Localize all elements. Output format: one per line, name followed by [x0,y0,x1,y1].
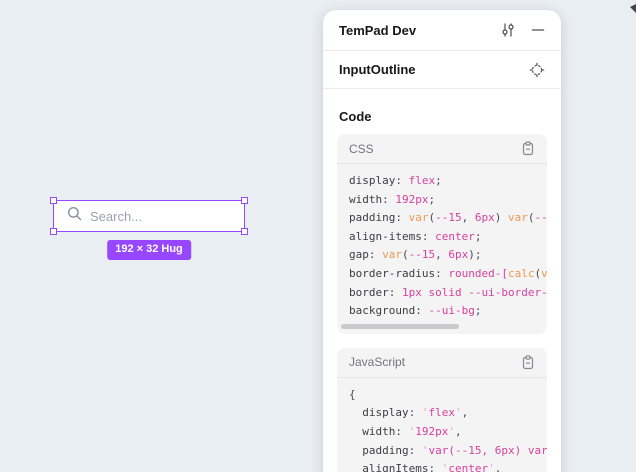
tempad-dev-panel: TemPad Dev InputOutline [323,10,561,472]
code-line: border-radius: rounded-[calc(var [349,265,547,284]
code-line: border: 1px solid --ui-border- [349,284,547,303]
code-section-title: Code [339,109,545,124]
search-placeholder-text: Search... [90,209,142,224]
code-line: alignItems: 'center', [349,460,547,472]
cursor-artifact [630,0,636,18]
horizontal-scrollbar [337,321,547,334]
code-line: display: flex; [349,172,547,191]
selected-node-row: InputOutline [323,51,561,88]
css-block-header: CSS [337,134,547,164]
panel-title: TemPad Dev [339,23,416,38]
javascript-block-label: JavaScript [349,355,405,369]
minimize-icon[interactable] [531,23,545,37]
code-line: width: '192px', [349,423,547,442]
javascript-code[interactable]: { display: 'flex', width: '192px', paddi… [337,378,547,472]
selection-handle-top-right[interactable] [241,197,248,204]
sliders-icon[interactable] [500,22,516,38]
search-icon [66,205,83,227]
divider [323,88,561,89]
search-input-component[interactable]: Search... [53,200,245,232]
code-line: align-items: center; [349,228,547,247]
panel-header: TemPad Dev [323,10,561,50]
selected-node-name: InputOutline [339,62,416,77]
code-line: padding: var(--15, 6px) var(-- [349,209,547,228]
size-badge: 192 × 32 Hug [107,240,191,260]
scrollbar-thumb[interactable] [341,324,459,329]
css-code[interactable]: display: flex;width: 192px;padding: var(… [337,164,547,321]
code-line: padding: 'var(--15, 6px) var [349,442,547,461]
target-icon[interactable] [529,62,545,78]
code-line: display: 'flex', [349,404,547,423]
copy-icon[interactable] [521,141,535,156]
code-line: { [349,386,547,405]
code-line: background: --ui-bg; [349,302,547,321]
javascript-block-header: JavaScript [337,348,547,378]
selection-handle-bottom-left[interactable] [50,228,57,235]
selection-handle-bottom-right[interactable] [241,228,248,235]
code-line: gap: var(--15, 6px); [349,246,547,265]
selection-handle-top-left[interactable] [50,197,57,204]
css-block-label: CSS [349,142,374,156]
css-code-block: CSS display: flex;width: 192px;padding: … [337,134,547,334]
copy-icon[interactable] [521,355,535,370]
code-line: width: 192px; [349,191,547,210]
javascript-code-block: JavaScript { display: 'flex', width: '19… [337,348,547,472]
